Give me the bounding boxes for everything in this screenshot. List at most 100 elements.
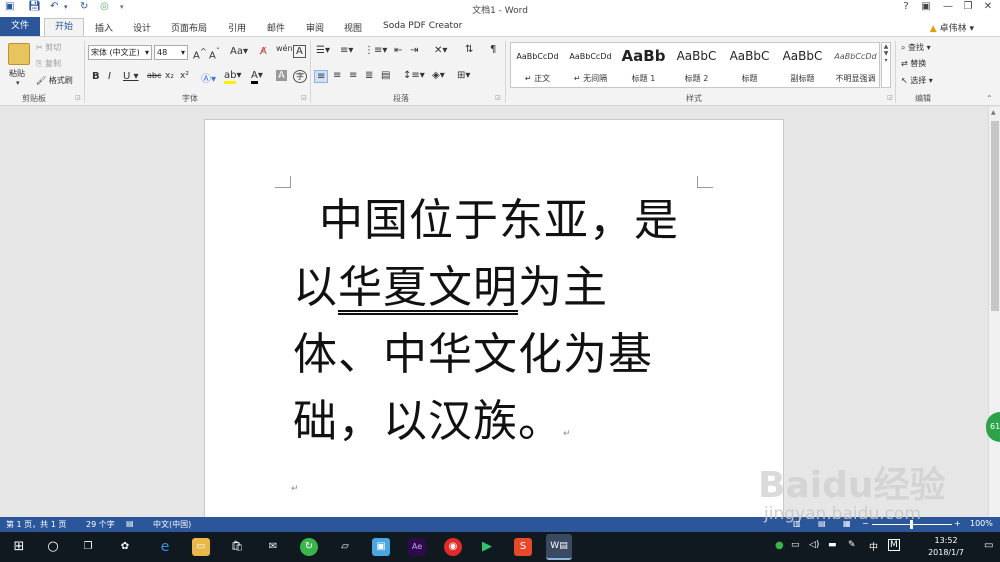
justify-icon[interactable]: ≣ (365, 70, 373, 81)
tab-layout[interactable]: 页面布局 (171, 21, 207, 34)
scroll-thumb[interactable] (991, 121, 999, 311)
align-left-icon[interactable]: ≡ (314, 70, 329, 83)
character-shading-icon[interactable]: A (276, 70, 287, 81)
scroll-up-icon[interactable]: ▲ (882, 43, 890, 50)
shading-icon[interactable]: ◈▾ (432, 70, 445, 81)
highlight-icon[interactable]: ab▾ (224, 70, 242, 84)
paste-icon[interactable] (8, 43, 30, 65)
cortana-icon[interactable]: ○ (44, 538, 62, 556)
collapse-ribbon-icon[interactable]: ⌃ (986, 94, 993, 103)
status-words[interactable]: 29 个字 (86, 519, 115, 530)
tray-volume-icon[interactable]: ◁) (809, 540, 819, 550)
style-subtitle[interactable]: AaBbC 副标题 (776, 43, 829, 87)
after-effects-icon[interactable]: Ae (408, 538, 426, 556)
font-launcher-icon[interactable]: ◲ (301, 94, 307, 101)
task-view-icon[interactable]: ❐ (79, 538, 97, 556)
tray-ime[interactable]: 中 (869, 540, 878, 553)
paragraph-launcher-icon[interactable]: ◲ (495, 94, 501, 101)
tab-review[interactable]: 审阅 (306, 21, 324, 34)
more-styles-icon[interactable]: ▾ (882, 57, 890, 64)
underline-icon[interactable]: U ▾ (123, 71, 139, 82)
document-page[interactable]: 中国位于东亚，是 以华夏文明为主 体、中华文化为基 础，以汉族。↵ ↵ (204, 119, 784, 517)
style-heading-2[interactable]: AaBbC 标题 2 (670, 43, 723, 87)
enclose-characters-icon[interactable]: 字 (293, 70, 307, 83)
superscript-icon[interactable]: x² (180, 71, 189, 81)
netease-music-icon[interactable]: ◉ (444, 538, 462, 556)
status-page[interactable]: 第 1 页，共 1 页 (6, 519, 66, 530)
360-browser-icon[interactable]: ↻ (300, 538, 318, 556)
paste-button[interactable]: 粘贴 (9, 68, 25, 79)
multilevel-list-icon[interactable]: ⋮≡▾ (364, 45, 387, 56)
replace-button[interactable]: ⇄ 替换 (901, 58, 926, 69)
laptop-app-icon[interactable]: ▱ (336, 538, 354, 556)
numbering-icon[interactable]: ≡▾ (340, 45, 353, 56)
increase-indent-icon[interactable]: ⇥ (410, 45, 418, 56)
restore-icon[interactable]: ❐ (959, 1, 977, 12)
sogou-icon[interactable]: S (514, 538, 532, 556)
style-no-spacing[interactable]: AaBbCcDd ↵ 无间隔 (564, 43, 617, 87)
strikethrough-icon[interactable]: abc (147, 71, 161, 80)
decrease-indent-icon[interactable]: ⇤ (394, 45, 402, 56)
ribbon-display-icon[interactable]: ▣ (917, 1, 935, 12)
clock[interactable]: 13:52 2018/1/7 (928, 535, 964, 559)
find-button[interactable]: ⌕ 查找 ▾ (901, 42, 931, 53)
select-button[interactable]: ↖ 选择 ▾ (901, 75, 933, 86)
chinese-layout-icon[interactable]: ✕▾ (434, 45, 447, 56)
word-taskbar-icon[interactable]: W▤ (546, 534, 572, 560)
clipboard-launcher-icon[interactable]: ◲ (75, 94, 81, 101)
style-subtle-emphasis[interactable]: AaBbCcDd 不明显强调 (829, 43, 882, 87)
grow-font-icon[interactable]: A^ (193, 46, 207, 61)
font-name-select[interactable]: 宋体 (中文正) ▾ (88, 45, 152, 60)
document-body[interactable]: 中国位于东亚，是 以华夏文明为主 体、中华文化为基 础，以汉族。↵ (293, 187, 713, 468)
tab-mailings[interactable]: 邮件 (267, 21, 285, 34)
style-heading-1[interactable]: AaBb 标题 1 (617, 43, 670, 87)
pinwheel-app-icon[interactable]: ✿ (116, 538, 134, 556)
mail-icon[interactable]: ✉ (264, 538, 282, 556)
tray-360-icon[interactable]: ● (775, 540, 784, 551)
tab-home[interactable]: 开始 (44, 18, 84, 37)
font-color-icon[interactable]: A▾ (251, 70, 263, 84)
tray-network-icon[interactable]: ▭ (791, 540, 800, 550)
tab-insert[interactable]: 插入 (95, 21, 113, 34)
align-center-icon[interactable]: ≡ (333, 70, 341, 81)
copy-button[interactable]: ⎘ 复制 (36, 58, 61, 69)
windows-start-icon[interactable]: ⊞ (10, 538, 28, 556)
change-case-icon[interactable]: Aa▾ (230, 46, 248, 57)
close-icon[interactable]: ✕ (979, 1, 997, 12)
clear-formatting-icon[interactable]: A̸ (260, 46, 267, 57)
tab-view[interactable]: 视图 (344, 21, 362, 34)
borders-icon[interactable]: ⊞▾ (457, 70, 470, 81)
bullets-icon[interactable]: ☰▾ (316, 45, 330, 56)
styles-scroll[interactable]: ▲ ▼ ▾ (881, 42, 891, 88)
help-button[interactable]: ? (897, 1, 915, 12)
paste-dropdown-icon[interactable]: ▾ (16, 79, 20, 87)
shrink-font-icon[interactable]: Aˇ (209, 46, 220, 61)
distributed-icon[interactable]: ▤ (381, 70, 390, 81)
italic-icon[interactable]: I (108, 71, 111, 82)
minimize-icon[interactable]: — (939, 1, 957, 12)
tab-design[interactable]: 设计 (133, 21, 151, 34)
text-effects-icon[interactable]: Ⓐ▾ (201, 70, 216, 85)
status-language[interactable]: 中文(中国) (153, 519, 191, 530)
phonetic-guide-icon[interactable]: wén (276, 44, 293, 53)
scroll-up-icon[interactable]: ▲ (991, 109, 996, 116)
subscript-icon[interactable]: x₂ (165, 71, 174, 81)
tab-soda-pdf[interactable]: Soda PDF Creator (383, 21, 462, 31)
tray-battery-icon[interactable]: ▬ (828, 540, 837, 550)
style-normal[interactable]: AaBbCcDd ↵ 正文 (511, 43, 564, 87)
file-explorer-icon[interactable]: ▭ (192, 538, 210, 556)
user-account[interactable]: ▲ 卓伟林 ▾ (930, 21, 974, 34)
line-spacing-icon[interactable]: ↕≡▾ (403, 70, 425, 81)
show-marks-icon[interactable]: ¶ (490, 44, 496, 55)
align-right-icon[interactable]: ≡ (349, 70, 357, 81)
tray-ime-mode-icon[interactable]: M (888, 539, 900, 551)
edge-icon[interactable]: e (156, 538, 174, 556)
picture-viewer-icon[interactable]: ▣ (372, 538, 390, 556)
media-player-icon[interactable]: ▶ (478, 538, 496, 556)
cut-button[interactable]: ✂ 剪切 (36, 42, 61, 53)
scroll-down-icon[interactable]: ▼ (882, 50, 890, 57)
format-painter-button[interactable]: 🖌︎ 格式刷 (36, 75, 73, 86)
bold-icon[interactable]: B (92, 71, 100, 82)
proofing-icon[interactable]: ▤ (126, 519, 134, 528)
tab-references[interactable]: 引用 (228, 21, 246, 34)
